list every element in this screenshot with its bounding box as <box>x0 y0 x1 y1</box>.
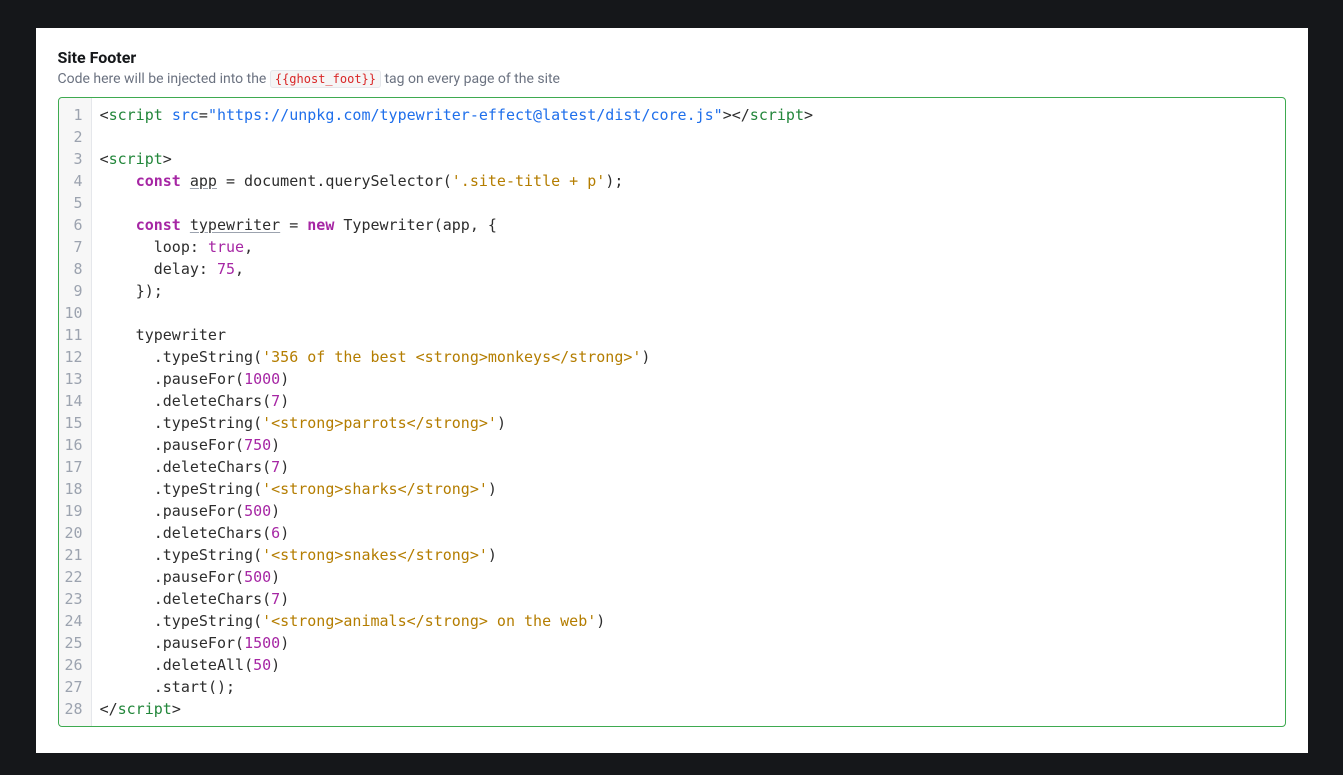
line-number: 7 <box>63 236 85 258</box>
section-title: Site Footer <box>58 48 1286 67</box>
code-line[interactable]: .pauseFor(1000) <box>100 368 1277 390</box>
line-number: 17 <box>63 456 85 478</box>
desc-post: tag on every page of the site <box>381 71 560 87</box>
line-number: 8 <box>63 258 85 280</box>
line-gutter: 1234567891011121314151617181920212223242… <box>59 98 92 726</box>
code-line[interactable]: </script> <box>100 698 1277 720</box>
code-area[interactable]: <script src="https://unpkg.com/typewrite… <box>92 98 1285 726</box>
line-number: 14 <box>63 390 85 412</box>
line-number: 12 <box>63 346 85 368</box>
line-number: 22 <box>63 566 85 588</box>
line-number: 5 <box>63 192 85 214</box>
code-line[interactable]: .start(); <box>100 676 1277 698</box>
code-line[interactable]: }); <box>100 280 1277 302</box>
code-line[interactable]: loop: true, <box>100 236 1277 258</box>
line-number: 21 <box>63 544 85 566</box>
line-number: 13 <box>63 368 85 390</box>
code-line[interactable]: .typeString('<strong>animals</strong> on… <box>100 610 1277 632</box>
code-editor[interactable]: 1234567891011121314151617181920212223242… <box>58 97 1286 727</box>
line-number: 26 <box>63 654 85 676</box>
code-line[interactable]: typewriter <box>100 324 1277 346</box>
line-number: 2 <box>63 126 85 148</box>
code-line[interactable]: .deleteChars(6) <box>100 522 1277 544</box>
code-line[interactable]: .deleteChars(7) <box>100 456 1277 478</box>
code-line[interactable]: .typeString('356 of the best <strong>mon… <box>100 346 1277 368</box>
line-number: 24 <box>63 610 85 632</box>
code-line[interactable]: <script> <box>100 148 1277 170</box>
code-line[interactable] <box>100 192 1277 214</box>
line-number: 4 <box>63 170 85 192</box>
section-description: Code here will be injected into the {{gh… <box>58 71 1286 87</box>
code-line[interactable]: .pauseFor(1500) <box>100 632 1277 654</box>
code-line[interactable] <box>100 302 1277 324</box>
line-number: 11 <box>63 324 85 346</box>
line-number: 9 <box>63 280 85 302</box>
line-number: 15 <box>63 412 85 434</box>
line-number: 27 <box>63 676 85 698</box>
line-number: 25 <box>63 632 85 654</box>
line-number: 10 <box>63 302 85 324</box>
code-line[interactable]: const typewriter = new Typewriter(app, { <box>100 214 1277 236</box>
code-line[interactable]: .typeString('<strong>snakes</strong>') <box>100 544 1277 566</box>
code-line[interactable]: .pauseFor(500) <box>100 566 1277 588</box>
code-line[interactable]: .deleteChars(7) <box>100 390 1277 412</box>
line-number: 23 <box>63 588 85 610</box>
code-line[interactable] <box>100 126 1277 148</box>
code-line[interactable]: .deleteAll(50) <box>100 654 1277 676</box>
code-line[interactable]: .typeString('<strong>sharks</strong>') <box>100 478 1277 500</box>
code-line[interactable]: .pauseFor(750) <box>100 434 1277 456</box>
code-line[interactable]: delay: 75, <box>100 258 1277 280</box>
line-number: 28 <box>63 698 85 720</box>
line-number: 6 <box>63 214 85 236</box>
line-number: 16 <box>63 434 85 456</box>
ghost-foot-tag: {{ghost_foot}} <box>270 70 381 88</box>
code-line[interactable]: .pauseFor(500) <box>100 500 1277 522</box>
line-number: 18 <box>63 478 85 500</box>
code-line[interactable]: .deleteChars(7) <box>100 588 1277 610</box>
line-number: 1 <box>63 104 85 126</box>
code-line[interactable]: .typeString('<strong>parrots</strong>') <box>100 412 1277 434</box>
line-number: 19 <box>63 500 85 522</box>
code-line[interactable]: const app = document.querySelector('.sit… <box>100 170 1277 192</box>
desc-pre: Code here will be injected into the <box>58 71 270 87</box>
line-number: 20 <box>63 522 85 544</box>
line-number: 3 <box>63 148 85 170</box>
settings-panel: Site Footer Code here will be injected i… <box>36 28 1308 753</box>
code-line[interactable]: <script src="https://unpkg.com/typewrite… <box>100 104 1277 126</box>
